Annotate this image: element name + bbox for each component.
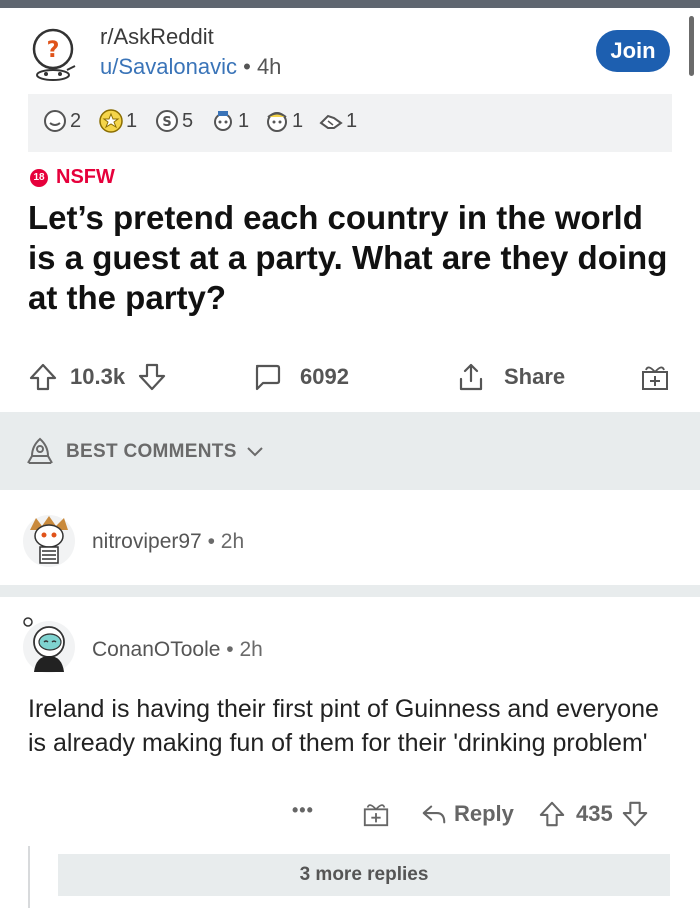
handshake-award-icon: [319, 114, 343, 129]
share-icon: [459, 363, 483, 391]
age-18-icon: 18: [30, 168, 48, 187]
sort-selector[interactable]: BEST COMMENTS: [24, 436, 275, 468]
comment-actions: ••• Reply 435: [0, 796, 700, 836]
award-item[interactable]: 1: [264, 108, 303, 134]
comment-author[interactable]: ConanOToole: [92, 638, 220, 661]
award-item[interactable]: 1: [318, 108, 357, 134]
rocket-icon: [27, 437, 53, 464]
comment-author-line: nitroviper97 • 2h: [92, 530, 244, 554]
award-count: 1: [346, 109, 358, 132]
comment-icon: [255, 364, 281, 391]
post-score: 10.3k: [70, 364, 126, 389]
subreddit-name[interactable]: r/AskReddit: [100, 24, 214, 50]
award-item[interactable]: S 5: [154, 108, 193, 134]
comment-author-line: ConanOToole • 2h: [92, 638, 263, 662]
post-actions: 10.3k 6092 Share: [0, 350, 700, 406]
gift-icon: [642, 366, 668, 390]
downvote-icon[interactable]: [621, 800, 649, 828]
reply-icon: [422, 805, 446, 824]
award-count: 2: [70, 109, 82, 132]
pirate-award-icon: [267, 112, 287, 132]
silver-coin-award-icon: S: [156, 110, 178, 132]
post-title[interactable]: Let’s pretend each country in the world …: [28, 198, 668, 318]
award-button[interactable]: [640, 362, 670, 392]
comment-vote-group: 435: [538, 800, 649, 828]
comment-body: Ireland is having their first pint of Gu…: [28, 695, 659, 757]
post-author[interactable]: u/Savalonavic: [100, 54, 237, 79]
top-status-bar: [0, 0, 700, 8]
svg-text:?: ?: [47, 38, 60, 63]
comment-score: 435: [576, 801, 613, 826]
award-count: 1: [292, 109, 304, 132]
meta-separator: •: [226, 638, 234, 661]
nsfw-label: NSFW: [56, 166, 115, 188]
award-count: 1: [126, 109, 138, 132]
share-button[interactable]: Share: [456, 362, 565, 392]
comments-count: 6092: [300, 364, 349, 389]
comment-author[interactable]: nitroviper97: [92, 530, 202, 553]
award-count: 5: [182, 109, 194, 132]
askreddit-icon: ?: [32, 28, 76, 81]
thread-line[interactable]: [28, 846, 30, 908]
comment-age: 2h: [220, 530, 245, 553]
skeleton-avatar-icon: [23, 515, 75, 567]
post-age: 4h: [256, 54, 282, 79]
helpful-award-icon: [214, 111, 232, 131]
gold-award-icon: [99, 109, 123, 133]
awards-bar[interactable]: 2 1 S 5 1 1 1: [28, 94, 672, 152]
scrollbar[interactable]: [689, 16, 694, 76]
post-meta: u/Savalonavic • 4h: [100, 54, 281, 80]
comment-item: nitroviper97 • 2h: [0, 490, 700, 585]
vote-group: 10.3k: [28, 362, 167, 392]
nsfw-tag: 18 NSFW: [30, 166, 115, 189]
sort-label: BEST COMMENTS: [66, 441, 237, 462]
downvote-icon[interactable]: [137, 362, 167, 392]
chevron-down-icon: [246, 447, 263, 457]
share-label: Share: [504, 364, 566, 389]
gift-icon: [363, 804, 389, 827]
sort-bar: BEST COMMENTS: [0, 412, 700, 490]
avatar[interactable]: [20, 510, 78, 568]
svg-text:S: S: [162, 115, 171, 130]
comment-award-button[interactable]: [362, 800, 390, 828]
upvote-icon[interactable]: [538, 800, 566, 828]
join-button[interactable]: Join: [596, 30, 670, 72]
avatar[interactable]: [20, 616, 78, 674]
comments-button[interactable]: 6092: [252, 362, 349, 392]
more-replies-button[interactable]: 3 more replies: [58, 854, 670, 896]
award-count: 1: [238, 109, 250, 132]
comment-age: 2h: [239, 638, 263, 661]
award-item[interactable]: 1: [210, 108, 249, 134]
meta-separator: •: [207, 530, 215, 553]
reply-label: Reply: [454, 801, 514, 826]
subreddit-avatar[interactable]: ?: [22, 20, 84, 82]
award-item[interactable]: 2: [42, 108, 81, 134]
wholesome-award-icon: [44, 110, 66, 132]
reply-button[interactable]: Reply: [420, 800, 514, 828]
award-item[interactable]: 1: [98, 108, 137, 134]
comment-divider: [0, 585, 700, 597]
meta-separator: •: [243, 54, 251, 79]
astronaut-avatar-icon: [23, 617, 75, 673]
more-options-button[interactable]: •••: [292, 800, 314, 821]
upvote-icon[interactable]: [28, 362, 58, 392]
